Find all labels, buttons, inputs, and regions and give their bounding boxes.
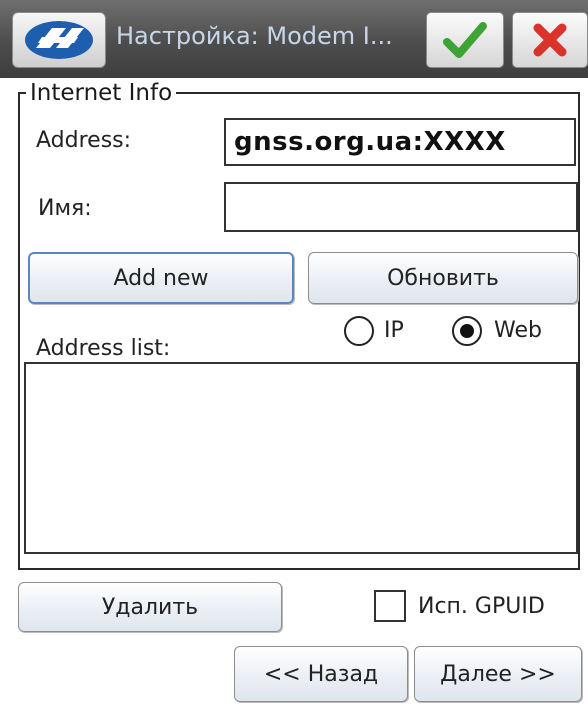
radio-ip-label: IP [384, 318, 404, 343]
radio-ip[interactable] [344, 316, 374, 346]
add-new-button[interactable]: Add new [28, 252, 294, 304]
address-list-label: Address list: [36, 336, 171, 361]
back-button[interactable]: << Назад [234, 646, 408, 702]
use-gpuid-checkbox[interactable] [374, 590, 406, 622]
group-legend: Internet Info [26, 80, 177, 106]
cancel-button[interactable] [512, 12, 588, 68]
name-input[interactable] [224, 182, 578, 232]
address-list[interactable] [24, 362, 578, 554]
app-logo-icon [25, 21, 93, 59]
radio-web-selected-dot [460, 324, 474, 338]
close-icon [533, 23, 567, 57]
delete-button[interactable]: Удалить [18, 582, 282, 632]
window-title: Настройка: Modem I... [116, 22, 393, 50]
radio-web[interactable] [452, 316, 482, 346]
next-button[interactable]: Далее >> [414, 646, 582, 702]
app-logo-button[interactable] [12, 12, 106, 68]
address-label: Address: [36, 128, 132, 153]
name-label: Имя: [38, 196, 92, 221]
address-input[interactable] [224, 118, 576, 166]
ok-button[interactable] [426, 12, 504, 68]
radio-web-label: Web [494, 318, 542, 343]
checkmark-icon [443, 22, 487, 58]
title-bar: Настройка: Modem I... [0, 0, 588, 78]
use-gpuid-label: Исп. GPUID [418, 594, 545, 619]
refresh-button[interactable]: Обновить [308, 252, 578, 304]
